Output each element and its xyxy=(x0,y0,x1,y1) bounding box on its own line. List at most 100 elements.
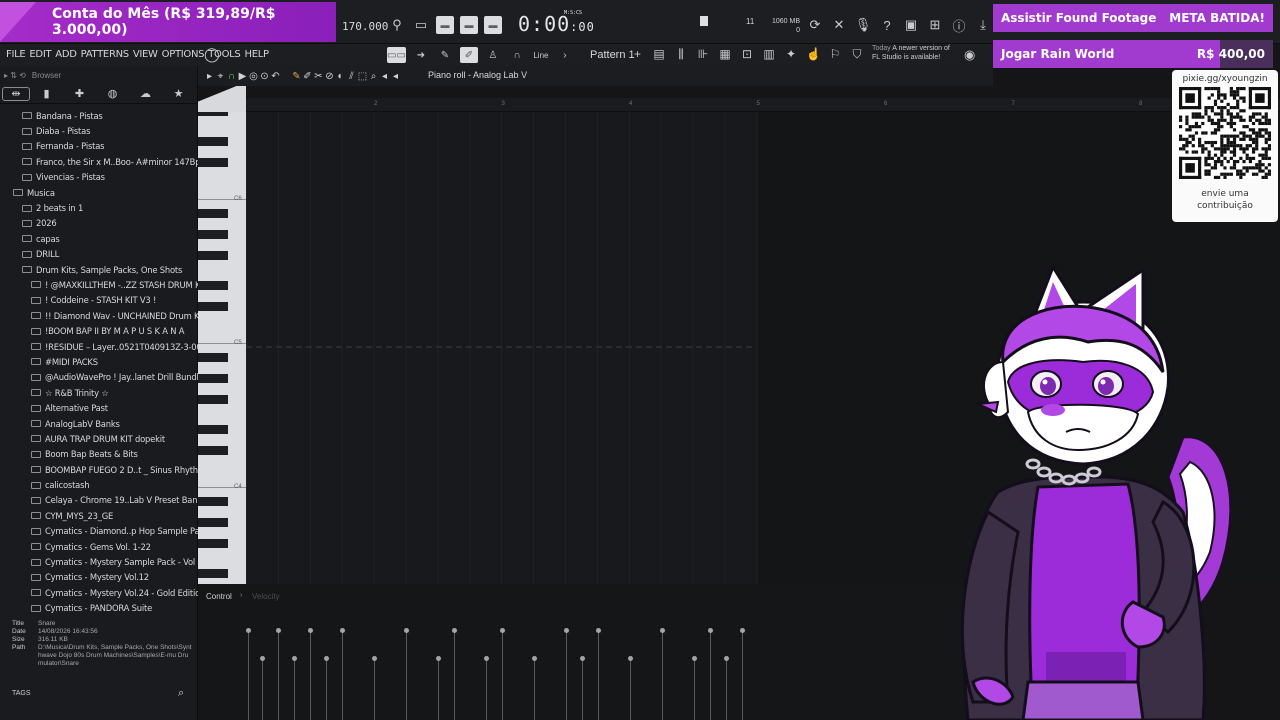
black-key[interactable] xyxy=(198,137,228,146)
play-icon[interactable]: ▶ xyxy=(237,71,248,82)
velocity-bar[interactable] xyxy=(260,656,265,720)
browser-folder-item[interactable]: Boom Bap Beats & Bits xyxy=(0,447,198,462)
download-icon[interactable]: ⤓ xyxy=(976,17,990,32)
browser-folder-item[interactable]: Bandana - Pistas xyxy=(0,108,198,123)
undo-icon[interactable]: ↶ xyxy=(270,71,281,82)
black-key[interactable] xyxy=(198,569,228,578)
magnet-icon[interactable]: ∩ xyxy=(508,47,526,63)
control-target[interactable]: Velocity xyxy=(252,592,280,601)
playlist-icon[interactable]: ▤ xyxy=(652,47,666,62)
black-key[interactable] xyxy=(198,209,228,218)
loop-record-icon[interactable]: ▬ xyxy=(484,16,502,34)
black-key[interactable] xyxy=(198,112,228,116)
black-key[interactable] xyxy=(198,395,228,404)
menu-edit[interactable]: EDIT xyxy=(29,49,51,60)
touch-icon[interactable]: ☝ xyxy=(806,47,821,62)
velocity-bar[interactable] xyxy=(740,628,745,720)
browser-folder-item[interactable]: Cymatics - PANDORA Suite xyxy=(0,601,198,616)
black-key[interactable] xyxy=(198,251,228,260)
brush-icon[interactable]: ✐ xyxy=(459,47,478,63)
browser-icon[interactable]: ⊡ xyxy=(740,47,754,62)
record-icon[interactable]: ⊙ xyxy=(259,71,270,82)
zoom-tool-icon[interactable]: ⌕ xyxy=(368,71,379,82)
menu-file[interactable]: FILE xyxy=(6,49,26,60)
paint-tool-icon[interactable]: ✐ xyxy=(302,71,313,82)
control-label[interactable]: Control xyxy=(206,592,232,601)
browser-folder-item[interactable]: ! Coddeine - STASH KIT V3 ! xyxy=(0,293,198,308)
velocity-bar[interactable] xyxy=(500,628,505,720)
browser-folder-item[interactable]: Cymatics - Mystery Vol.24 - Gold Edition xyxy=(0,585,198,600)
piano-keyboard[interactable]: C6 C5 C4 xyxy=(198,112,246,584)
save-icon[interactable]: ▣ xyxy=(904,17,918,32)
menu-patterns[interactable]: PATTERNS xyxy=(81,49,130,60)
browser-folder-item[interactable]: !! Diamond Wav - UNCHAINED Drum Kit xyxy=(0,308,198,323)
browser-folder-item[interactable]: CYM_MYS_23_GE xyxy=(0,508,198,523)
menu-options[interactable]: OPTIONS xyxy=(162,49,205,60)
snap-select[interactable]: Line xyxy=(532,47,550,63)
slice-tool-icon[interactable]: ⫽ xyxy=(346,71,357,82)
channel-rack-icon[interactable]: ⫼ xyxy=(674,47,688,62)
reset-icon[interactable]: ⟳ xyxy=(808,17,822,32)
cloud-tab-icon[interactable]: ☁ xyxy=(129,85,162,103)
velocity-bar[interactable] xyxy=(276,628,281,720)
plugins-tab-icon[interactable]: ✚ xyxy=(63,85,96,103)
browser-folder-item[interactable]: @AudioWavePro ! Jay..lanet Drill Bundle xyxy=(0,370,198,385)
browser-folder-item[interactable]: Musica xyxy=(0,185,198,200)
project-icon[interactable]: ⚐ xyxy=(828,47,842,62)
black-key[interactable] xyxy=(198,302,228,311)
delete-tool-icon[interactable]: ✂ xyxy=(313,71,324,82)
countdown-icon[interactable]: ▬ xyxy=(436,16,454,34)
black-key[interactable] xyxy=(198,158,228,167)
browser-folder-item[interactable]: AnalogLabV Banks xyxy=(0,416,198,431)
browser-folder-item[interactable]: ! @MAXKILLTHEM -..ZZ STASH DRUM KIT xyxy=(0,277,198,292)
stamp-icon[interactable]: ♙ xyxy=(484,47,502,63)
browser-folder-item[interactable]: Cymatics - Diamond..p Hop Sample Pack xyxy=(0,524,198,539)
velocity-bar[interactable] xyxy=(532,656,537,720)
browser-folder-item[interactable]: Franco, the Sir x M..Boo- A#minor 147Bpm xyxy=(0,154,198,169)
plugin-icon[interactable]: ⊞ xyxy=(928,17,942,32)
info-icon[interactable]: ⓘ xyxy=(952,18,966,34)
black-key[interactable] xyxy=(198,446,228,455)
tempo-display[interactable]: 170.000 xyxy=(342,20,388,33)
velocity-bar[interactable] xyxy=(596,628,601,720)
velocity-bar[interactable] xyxy=(404,628,409,720)
select-tool-icon[interactable]: ⬚ xyxy=(357,71,368,82)
pencil-icon[interactable]: ✎ xyxy=(436,47,454,63)
pattern-selector[interactable]: Pattern 1 xyxy=(590,49,635,61)
metronome-icon[interactable]: ⚲ xyxy=(388,16,406,34)
playback-tool-icon[interactable]: ◂ xyxy=(379,71,390,82)
velocity-bar[interactable] xyxy=(452,628,457,720)
velocity-bar[interactable] xyxy=(564,628,569,720)
globe-tab-icon[interactable]: ◍ xyxy=(96,85,129,103)
menu-help[interactable]: HELP xyxy=(244,49,269,60)
black-key[interactable] xyxy=(198,281,228,290)
arrow-icon[interactable]: ➜ xyxy=(412,47,430,63)
browser-folder-item[interactable]: AURA TRAP DRUM KIT dopekit xyxy=(0,431,198,446)
black-key[interactable] xyxy=(198,497,228,506)
files-tab-icon[interactable]: ▮ xyxy=(30,85,63,103)
microphone-icon[interactable]: 🎙 xyxy=(855,17,872,32)
black-key[interactable] xyxy=(198,518,228,527)
nav-icon[interactable]: ◂ xyxy=(390,71,401,82)
mixer-icon[interactable]: ⊪ xyxy=(696,47,710,62)
all-tab-icon[interactable]: ⇹ xyxy=(2,86,30,101)
black-key[interactable] xyxy=(198,353,228,362)
velocity-bar[interactable] xyxy=(660,628,665,720)
browser-arrow-icon[interactable]: ▸ ⇅ ⟲ xyxy=(4,71,26,84)
velocity-bar[interactable] xyxy=(292,656,297,720)
menu-add[interactable]: ADD xyxy=(55,49,77,60)
browser-folder-item[interactable]: ☆ R&B Trinity ☆ xyxy=(0,385,198,400)
browser-folder-item[interactable]: Cymatics - Gems Vol. 1-22 xyxy=(0,539,198,554)
menu-view[interactable]: VIEW xyxy=(133,49,158,60)
black-key[interactable] xyxy=(198,425,228,434)
browser-folder-item[interactable]: Diaba - Pistas xyxy=(0,123,198,138)
black-key[interactable] xyxy=(198,230,228,239)
velocity-bar[interactable] xyxy=(372,656,377,720)
plugin-picker-icon[interactable]: ✦ xyxy=(784,47,798,62)
browser-folder-item[interactable]: #MIDI PACKS xyxy=(0,354,198,369)
update-news[interactable]: Today A newer version of FL Studio is av… xyxy=(872,44,950,62)
step-edit-icon[interactable]: ▬ xyxy=(460,16,478,34)
pattern-song-toggle[interactable]: ▭▭ xyxy=(387,47,406,63)
browser-folder-item[interactable]: Alternative Past xyxy=(0,400,198,415)
fl-logo-icon[interactable]: ◉ xyxy=(964,47,975,63)
